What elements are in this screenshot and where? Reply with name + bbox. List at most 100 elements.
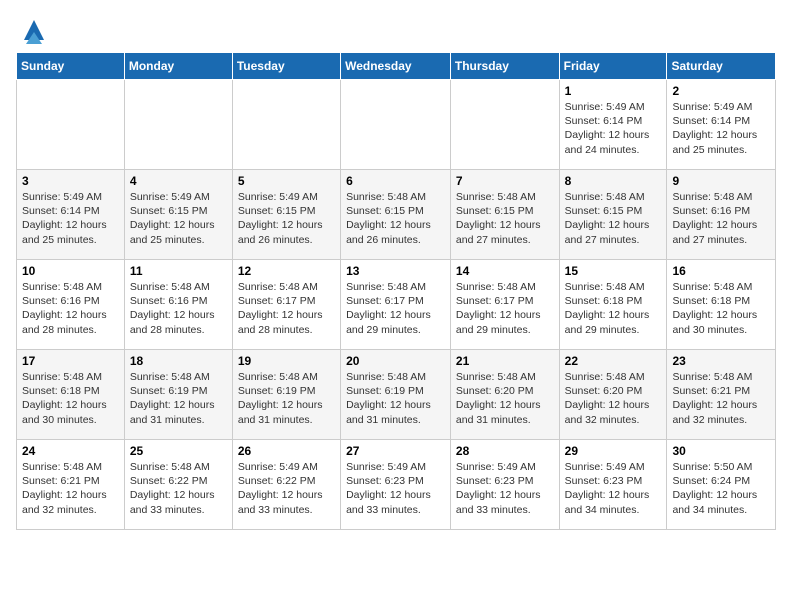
calendar-cell: 15 Sunrise: 5:48 AM Sunset: 6:18 PM Dayl… (559, 260, 667, 350)
sunrise-text: Sunrise: 5:48 AM (22, 461, 102, 473)
sunrise-text: Sunrise: 5:48 AM (22, 281, 102, 293)
calendar-cell: 9 Sunrise: 5:48 AM Sunset: 6:16 PM Dayli… (667, 170, 776, 260)
day-info: Sunrise: 5:48 AM Sunset: 6:15 PM Dayligh… (565, 190, 662, 247)
page-header (16, 16, 776, 44)
day-info: Sunrise: 5:48 AM Sunset: 6:17 PM Dayligh… (456, 280, 554, 337)
sunset-text: Sunset: 6:15 PM (346, 205, 424, 217)
day-number: 8 (565, 174, 662, 188)
sunrise-text: Sunrise: 5:49 AM (672, 101, 752, 113)
day-number: 21 (456, 354, 554, 368)
sunset-text: Sunset: 6:16 PM (22, 295, 100, 307)
day-info: Sunrise: 5:48 AM Sunset: 6:16 PM Dayligh… (672, 190, 770, 247)
sunrise-text: Sunrise: 5:48 AM (346, 371, 426, 383)
col-header-friday: Friday (559, 53, 667, 80)
sunrise-text: Sunrise: 5:49 AM (238, 191, 318, 203)
day-number: 19 (238, 354, 335, 368)
day-number: 11 (130, 264, 227, 278)
calendar-week-5: 24 Sunrise: 5:48 AM Sunset: 6:21 PM Dayl… (17, 440, 776, 530)
sunrise-text: Sunrise: 5:49 AM (565, 461, 645, 473)
daylight-text: Daylight: 12 hours and 31 minutes. (346, 399, 431, 425)
day-info: Sunrise: 5:48 AM Sunset: 6:18 PM Dayligh… (22, 370, 119, 427)
sunrise-text: Sunrise: 5:49 AM (238, 461, 318, 473)
sunrise-text: Sunrise: 5:48 AM (456, 281, 536, 293)
sunset-text: Sunset: 6:14 PM (22, 205, 100, 217)
sunrise-text: Sunrise: 5:48 AM (565, 281, 645, 293)
day-number: 18 (130, 354, 227, 368)
day-number: 4 (130, 174, 227, 188)
sunset-text: Sunset: 6:16 PM (672, 205, 750, 217)
day-number: 28 (456, 444, 554, 458)
day-info: Sunrise: 5:49 AM Sunset: 6:14 PM Dayligh… (565, 100, 662, 157)
day-info: Sunrise: 5:49 AM Sunset: 6:23 PM Dayligh… (346, 460, 445, 517)
calendar-cell: 7 Sunrise: 5:48 AM Sunset: 6:15 PM Dayli… (450, 170, 559, 260)
day-number: 16 (672, 264, 770, 278)
day-info: Sunrise: 5:48 AM Sunset: 6:16 PM Dayligh… (22, 280, 119, 337)
calendar-cell: 11 Sunrise: 5:48 AM Sunset: 6:16 PM Dayl… (124, 260, 232, 350)
day-info: Sunrise: 5:49 AM Sunset: 6:15 PM Dayligh… (238, 190, 335, 247)
day-info: Sunrise: 5:49 AM Sunset: 6:23 PM Dayligh… (565, 460, 662, 517)
sunrise-text: Sunrise: 5:48 AM (346, 191, 426, 203)
day-number: 25 (130, 444, 227, 458)
sunrise-text: Sunrise: 5:48 AM (346, 281, 426, 293)
day-number: 15 (565, 264, 662, 278)
day-info: Sunrise: 5:48 AM Sunset: 6:19 PM Dayligh… (130, 370, 227, 427)
sunrise-text: Sunrise: 5:49 AM (22, 191, 102, 203)
sunrise-text: Sunrise: 5:49 AM (456, 461, 536, 473)
day-info: Sunrise: 5:49 AM Sunset: 6:22 PM Dayligh… (238, 460, 335, 517)
sunset-text: Sunset: 6:22 PM (238, 475, 316, 487)
sunset-text: Sunset: 6:17 PM (456, 295, 534, 307)
sunrise-text: Sunrise: 5:48 AM (672, 371, 752, 383)
day-info: Sunrise: 5:48 AM Sunset: 6:16 PM Dayligh… (130, 280, 227, 337)
daylight-text: Daylight: 12 hours and 30 minutes. (22, 399, 107, 425)
sunset-text: Sunset: 6:17 PM (238, 295, 316, 307)
daylight-text: Daylight: 12 hours and 32 minutes. (672, 399, 757, 425)
calendar-cell (17, 80, 125, 170)
daylight-text: Daylight: 12 hours and 28 minutes. (22, 309, 107, 335)
calendar-cell: 30 Sunrise: 5:50 AM Sunset: 6:24 PM Dayl… (667, 440, 776, 530)
calendar-cell: 22 Sunrise: 5:48 AM Sunset: 6:20 PM Dayl… (559, 350, 667, 440)
sunrise-text: Sunrise: 5:49 AM (130, 191, 210, 203)
daylight-text: Daylight: 12 hours and 32 minutes. (22, 489, 107, 515)
daylight-text: Daylight: 12 hours and 27 minutes. (672, 219, 757, 245)
sunrise-text: Sunrise: 5:48 AM (22, 371, 102, 383)
sunrise-text: Sunrise: 5:48 AM (130, 371, 210, 383)
calendar-cell: 13 Sunrise: 5:48 AM Sunset: 6:17 PM Dayl… (341, 260, 451, 350)
day-info: Sunrise: 5:49 AM Sunset: 6:15 PM Dayligh… (130, 190, 227, 247)
day-info: Sunrise: 5:49 AM Sunset: 6:14 PM Dayligh… (22, 190, 119, 247)
day-info: Sunrise: 5:48 AM Sunset: 6:20 PM Dayligh… (565, 370, 662, 427)
calendar-table: SundayMondayTuesdayWednesdayThursdayFrid… (16, 52, 776, 530)
daylight-text: Daylight: 12 hours and 31 minutes. (130, 399, 215, 425)
day-number: 26 (238, 444, 335, 458)
calendar-cell: 25 Sunrise: 5:48 AM Sunset: 6:22 PM Dayl… (124, 440, 232, 530)
sunrise-text: Sunrise: 5:48 AM (672, 191, 752, 203)
day-info: Sunrise: 5:48 AM Sunset: 6:19 PM Dayligh… (238, 370, 335, 427)
calendar-cell (341, 80, 451, 170)
calendar-cell: 8 Sunrise: 5:48 AM Sunset: 6:15 PM Dayli… (559, 170, 667, 260)
day-number: 5 (238, 174, 335, 188)
calendar-cell (232, 80, 340, 170)
daylight-text: Daylight: 12 hours and 24 minutes. (565, 129, 650, 155)
daylight-text: Daylight: 12 hours and 27 minutes. (565, 219, 650, 245)
calendar-cell: 10 Sunrise: 5:48 AM Sunset: 6:16 PM Dayl… (17, 260, 125, 350)
day-number: 13 (346, 264, 445, 278)
calendar-cell: 18 Sunrise: 5:48 AM Sunset: 6:19 PM Dayl… (124, 350, 232, 440)
day-number: 6 (346, 174, 445, 188)
calendar-cell: 1 Sunrise: 5:49 AM Sunset: 6:14 PM Dayli… (559, 80, 667, 170)
day-number: 7 (456, 174, 554, 188)
day-number: 24 (22, 444, 119, 458)
daylight-text: Daylight: 12 hours and 33 minutes. (238, 489, 323, 515)
daylight-text: Daylight: 12 hours and 25 minutes. (22, 219, 107, 245)
day-number: 9 (672, 174, 770, 188)
daylight-text: Daylight: 12 hours and 31 minutes. (238, 399, 323, 425)
sunset-text: Sunset: 6:16 PM (130, 295, 208, 307)
daylight-text: Daylight: 12 hours and 25 minutes. (130, 219, 215, 245)
sunrise-text: Sunrise: 5:48 AM (238, 281, 318, 293)
col-header-thursday: Thursday (450, 53, 559, 80)
daylight-text: Daylight: 12 hours and 25 minutes. (672, 129, 757, 155)
sunset-text: Sunset: 6:17 PM (346, 295, 424, 307)
calendar-cell: 2 Sunrise: 5:49 AM Sunset: 6:14 PM Dayli… (667, 80, 776, 170)
calendar-cell: 5 Sunrise: 5:49 AM Sunset: 6:15 PM Dayli… (232, 170, 340, 260)
logo-icon (20, 16, 48, 44)
day-number: 1 (565, 84, 662, 98)
sunset-text: Sunset: 6:15 PM (130, 205, 208, 217)
